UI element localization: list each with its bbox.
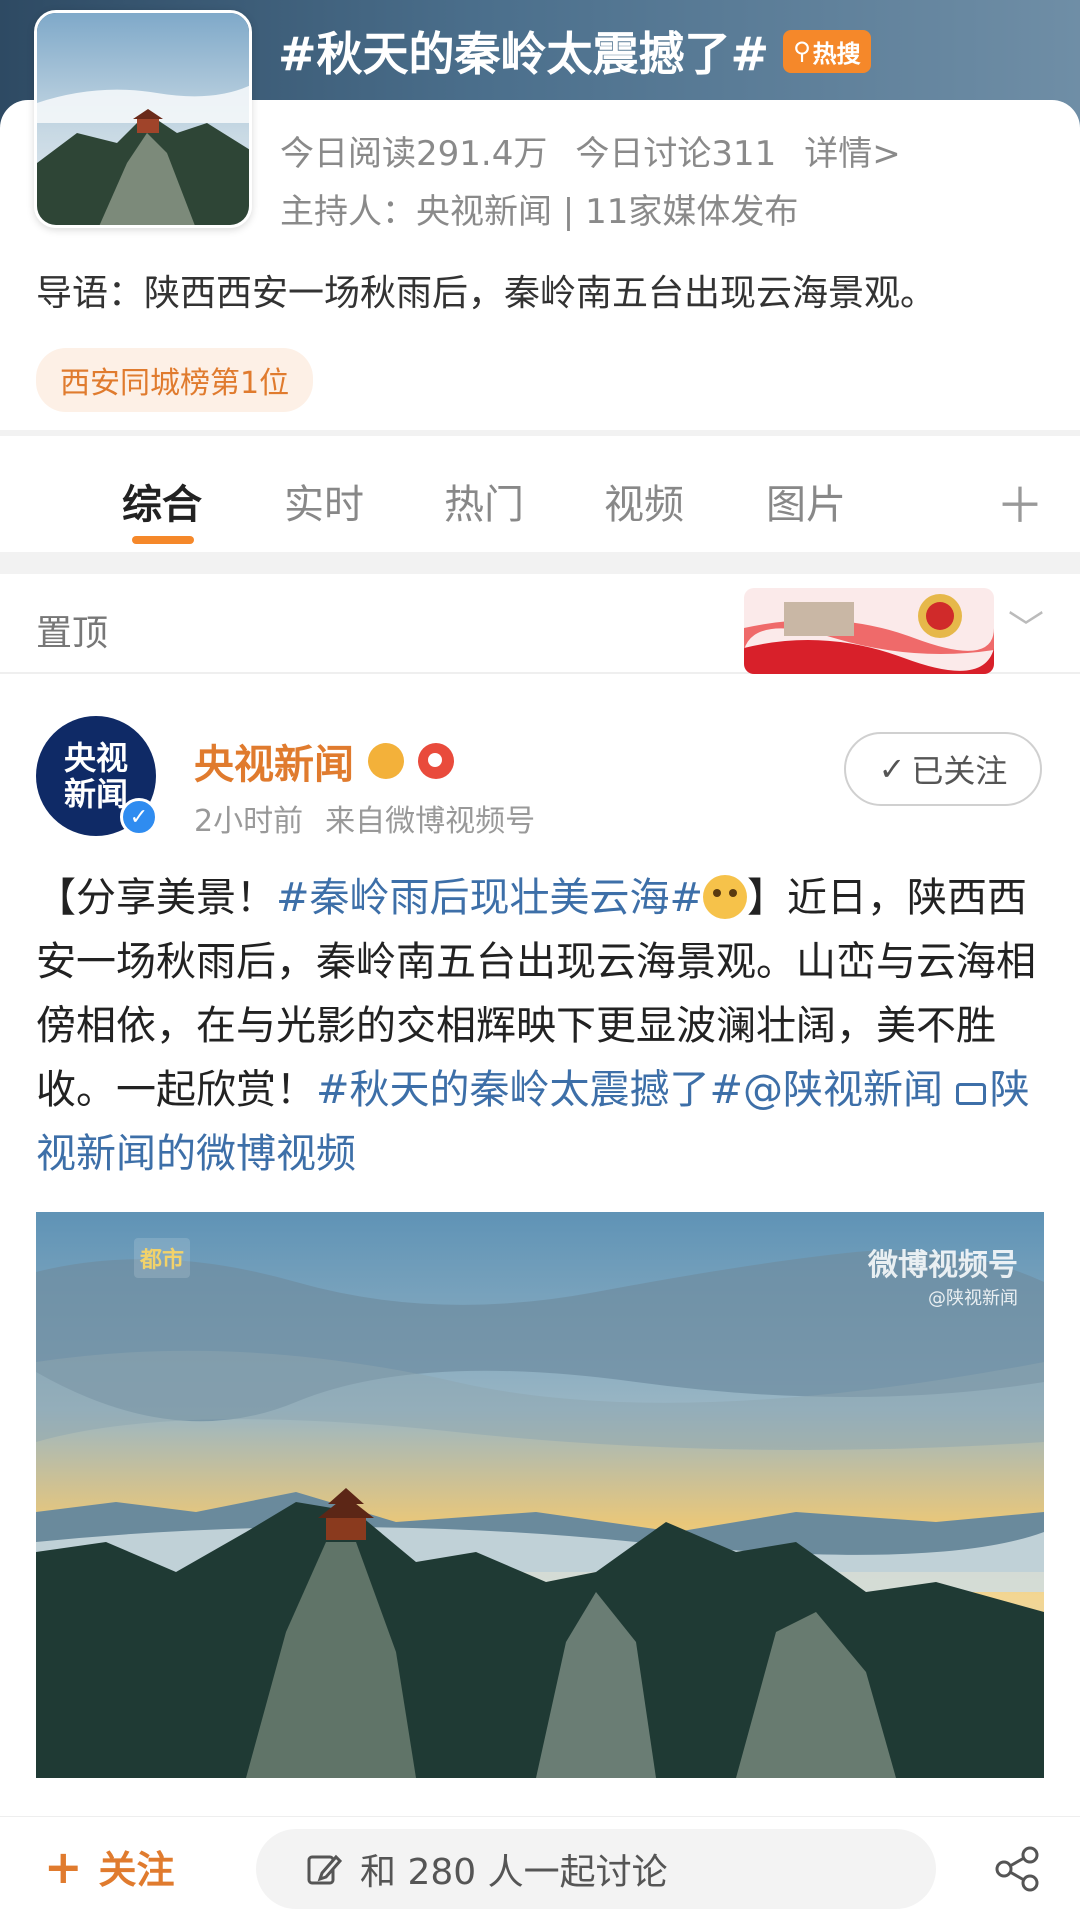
tab-realtime[interactable]: 实时 — [284, 472, 364, 530]
tab-hot[interactable]: 热门 — [444, 472, 524, 530]
topic-thumbnail-image — [37, 13, 249, 225]
check-icon: ✓ — [878, 750, 906, 788]
topic-stats: 今日阅读291.4万 今日讨论311 详情> — [280, 126, 901, 175]
edit-icon — [307, 1854, 342, 1885]
rank-chip[interactable]: 西安同城榜第1位 — [36, 348, 314, 412]
pinned-banner-image[interactable] — [744, 588, 994, 674]
medal-icon — [368, 743, 404, 779]
share-icon[interactable] — [992, 1843, 1044, 1895]
video-icon — [955, 1083, 986, 1105]
topic-host: 主持人：央视新闻 | 11家媒体发布 — [280, 192, 799, 232]
post-time: 2小时前 — [194, 804, 304, 839]
follow-topic-button[interactable]: + 关注 — [44, 1839, 175, 1894]
weibo-icon — [418, 743, 454, 779]
post-text-lead: 【分享美景！ — [36, 875, 276, 921]
discussion-placeholder: 和 280 人一起讨论 — [360, 1852, 668, 1893]
post-source[interactable]: 来自微博视频号 — [325, 796, 535, 840]
topic-intro: 导语：陕西西安一场秋雨后，秦岭南五台出现云海景观。 — [36, 273, 937, 314]
bottom-action-bar: + 关注 和 280 人一起讨论 — [0, 1816, 1080, 1920]
author-name-row[interactable]: 央视新闻 — [194, 732, 454, 790]
topic-thumbnail[interactable] — [34, 10, 252, 228]
plus-icon[interactable]: ＋ — [996, 466, 1044, 536]
post-meta: 2小时前 来自微博视频号 — [194, 796, 535, 840]
hot-search-badge[interactable]: ⚲ 热搜 — [783, 29, 871, 73]
topic-title: #秋天的秦岭太震撼了# — [278, 27, 770, 81]
mention-link[interactable]: @陕视新闻 — [743, 1067, 943, 1113]
watermark-sub: @陕视新闻 — [928, 1288, 1018, 1309]
discussion-input[interactable]: 和 280 人一起讨论 — [256, 1829, 936, 1909]
hashtag-link[interactable]: #秦岭雨后现壮美云海# — [276, 875, 703, 921]
follow-label: 已关注 — [911, 752, 1008, 790]
tab-bar: 综合 实时 热门 视频 图片 ＋ — [0, 436, 1080, 552]
plus-icon: + — [44, 1839, 83, 1894]
hot-badge-label: 热搜 — [812, 39, 861, 68]
pinned-banner-graphic — [744, 588, 994, 674]
followed-button[interactable]: ✓ 已关注 — [844, 732, 1042, 806]
discuss-count: 今日讨论311 — [575, 134, 777, 174]
hashtag-link[interactable]: #秋天的秦岭太震撼了# — [316, 1067, 743, 1113]
watermark-main: 微博视频号 — [868, 1248, 1018, 1283]
read-count: 今日阅读291.4万 — [280, 134, 548, 174]
emoji-icon — [703, 875, 748, 919]
post-body: 【分享美景！#秦岭雨后现壮美云海# 】近日，陕西西安一场秋雨后，秦岭南五台出现云海… — [36, 866, 1044, 1186]
avatar-text-top: 央视 — [63, 739, 128, 777]
tab-pictures[interactable]: 图片 — [766, 472, 846, 530]
details-link[interactable]: 详情> — [804, 126, 901, 175]
topic-title-row: #秋天的秦岭太震撼了# ⚲ 热搜 — [278, 18, 871, 84]
section-divider — [0, 552, 1080, 574]
tab-comprehensive[interactable]: 综合 — [122, 472, 202, 530]
video-watermark: 微博视频号 @陕视新闻 — [868, 1240, 1018, 1310]
follow-topic-label: 关注 — [98, 1848, 175, 1892]
pinned-row[interactable]: 置顶 ﹀ — [0, 574, 1080, 674]
active-tab-indicator — [132, 536, 194, 544]
author-name[interactable]: 央视新闻 — [194, 732, 354, 790]
verified-icon: ✓ — [120, 798, 158, 836]
pinned-label: 置顶 — [36, 613, 109, 654]
chevron-down-icon[interactable]: ﹀ — [1008, 600, 1044, 652]
channel-logo: 都市 — [134, 1238, 191, 1278]
tab-video[interactable]: 视频 — [604, 472, 684, 530]
video-player[interactable]: 都市 微博视频号 @陕视新闻 — [36, 1212, 1044, 1778]
avatar-text-bottom: 新闻 — [63, 775, 128, 813]
location-pin-icon: ⚲ — [793, 37, 811, 65]
